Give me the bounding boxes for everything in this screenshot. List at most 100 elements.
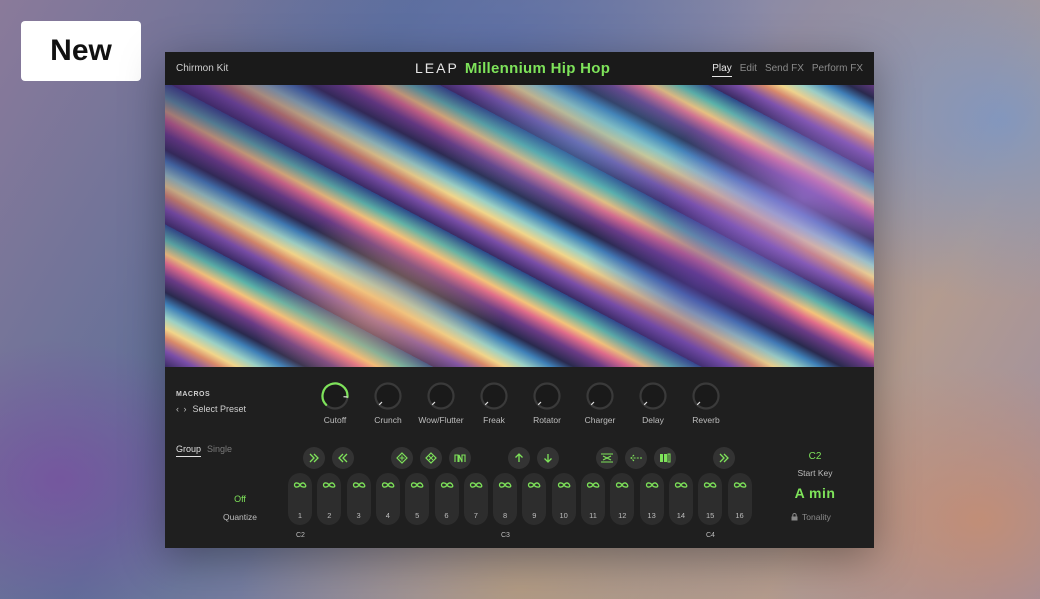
tab-send-fx[interactable]: Send FX: [765, 63, 804, 77]
macro-knob[interactable]: Delay: [623, 381, 683, 425]
sample-slot[interactable]: 11: [581, 473, 605, 525]
rewind-icon[interactable]: [332, 447, 354, 469]
knob-dial[interactable]: [585, 381, 615, 411]
tab-perform-fx[interactable]: Perform FX: [812, 63, 863, 77]
loop-infinity-icon: [411, 482, 424, 488]
macro-knob[interactable]: Wow/Flutter: [411, 381, 471, 425]
sample-slot[interactable]: 16: [727, 473, 752, 525]
brand-logo: LEAP Millennium Hip Hop: [415, 60, 610, 77]
knob-dial[interactable]: [320, 381, 350, 411]
sample-slot[interactable]: 10: [551, 473, 576, 525]
loop-infinity-icon: [557, 482, 571, 488]
preset-arrows-icon[interactable]: ‹ ›: [176, 404, 188, 414]
loop-infinity-icon: [586, 482, 600, 488]
knob-dial[interactable]: [691, 381, 721, 411]
sample-slot[interactable]: 1: [288, 473, 312, 525]
slot-number: 4: [385, 511, 390, 520]
macro-knob[interactable]: Cutoff: [305, 381, 365, 425]
slot-number: 12: [618, 511, 627, 520]
slot-number: 3: [356, 511, 361, 520]
envelope-icon[interactable]: [449, 447, 471, 469]
preset-label[interactable]: Select Preset: [193, 404, 247, 414]
reverse-icon[interactable]: [625, 447, 647, 469]
knob-dial[interactable]: [532, 381, 562, 411]
macro-knob[interactable]: Rotator: [517, 381, 577, 425]
loop-infinity-icon: [674, 482, 688, 488]
knob-dial[interactable]: [426, 381, 456, 411]
loop-infinity-icon: [440, 482, 453, 488]
slot-number: 2: [327, 511, 332, 520]
macro-knob[interactable]: Crunch: [358, 381, 418, 425]
octave-label: C4: [706, 532, 715, 539]
tab-edit[interactable]: Edit: [740, 63, 757, 77]
tab-play[interactable]: Play: [712, 63, 732, 77]
macro-knob[interactable]: Freak: [464, 381, 524, 425]
sample-slot[interactable]: 6: [434, 473, 459, 525]
macro-knob[interactable]: Reverb: [676, 381, 736, 425]
sample-slot[interactable]: 4: [375, 473, 400, 525]
loop-infinity-icon: [645, 482, 658, 488]
slot-number: 10: [559, 511, 568, 520]
knob-dial[interactable]: [479, 381, 509, 411]
knob-label: Reverb: [692, 415, 720, 425]
sample-slot[interactable]: 2: [317, 473, 342, 525]
loop-infinity-icon: [498, 482, 512, 488]
loop-infinity-icon: [704, 482, 717, 488]
loop-infinity-icon: [323, 482, 336, 488]
nav-tabs: Play Edit Send FX Perform FX: [712, 63, 863, 77]
knob-label: Delay: [642, 415, 664, 425]
start-key-label: Start Key: [797, 468, 833, 478]
macro-knob[interactable]: Charger: [570, 381, 630, 425]
slot-number: 7: [473, 511, 478, 520]
sample-slot[interactable]: 7: [463, 473, 488, 525]
slot-number: 1: [297, 511, 303, 520]
quantize-value[interactable]: Off: [225, 494, 255, 504]
knob-dial[interactable]: [638, 381, 668, 411]
slot-number: 15: [706, 511, 715, 520]
tonality-value[interactable]: A min: [785, 485, 845, 501]
loop-infinity-icon: [528, 482, 541, 488]
next-page-icon[interactable]: [713, 447, 735, 469]
sample-slot[interactable]: 5: [405, 473, 430, 525]
slot-number: 9: [532, 511, 537, 520]
tonality-row: Tonality: [791, 512, 831, 522]
octave-label: C3: [501, 532, 510, 539]
start-key-value[interactable]: C2: [795, 451, 835, 462]
knob-dial[interactable]: [373, 381, 403, 411]
mode-single[interactable]: Single: [207, 444, 232, 457]
shuffle-diamond-icon[interactable]: [391, 447, 413, 469]
stretch-icon[interactable]: [596, 447, 618, 469]
sample-slot[interactable]: 13: [639, 473, 664, 525]
mode-group[interactable]: Group: [176, 444, 202, 457]
pitch-up-icon[interactable]: [508, 447, 530, 469]
top-bar: Chirmon Kit LEAP Millennium Hip Hop Play…: [165, 52, 874, 85]
sample-slot[interactable]: 8: [493, 473, 518, 525]
loop-infinity-icon: [469, 482, 483, 488]
slot-number: 13: [647, 511, 656, 520]
slice-icon[interactable]: [654, 447, 676, 469]
knob-label: Cutoff: [323, 415, 347, 425]
lock-icon[interactable]: [791, 513, 798, 521]
plugin-window: Chirmon Kit LEAP Millennium Hip Hop Play…: [165, 52, 874, 548]
randomize-diamond-icon[interactable]: [420, 447, 442, 469]
sample-slot[interactable]: 12: [610, 473, 635, 525]
octave-label: C2: [296, 532, 305, 539]
loop-infinity-icon: [381, 482, 395, 488]
kit-name: Chirmon Kit: [176, 63, 229, 74]
loop-infinity-icon: [616, 482, 629, 488]
forward-icon[interactable]: [303, 447, 325, 469]
sample-slot[interactable]: 15: [698, 473, 723, 525]
sample-slot[interactable]: 14: [668, 473, 693, 525]
loop-infinity-icon: [733, 482, 746, 488]
slot-number: 11: [589, 511, 597, 520]
knob-label: Rotator: [533, 415, 561, 425]
pitch-down-icon[interactable]: [537, 447, 559, 469]
sample-slot[interactable]: 3: [346, 473, 371, 525]
slot-number: 8: [503, 511, 508, 520]
slot-number: 16: [735, 511, 744, 520]
sample-slot[interactable]: 9: [522, 473, 547, 525]
mode-toggle: Group Single: [176, 444, 232, 457]
tonality-label: Tonality: [802, 512, 831, 522]
slot-number: 6: [444, 511, 449, 520]
macros-title: MACROS: [176, 391, 211, 398]
